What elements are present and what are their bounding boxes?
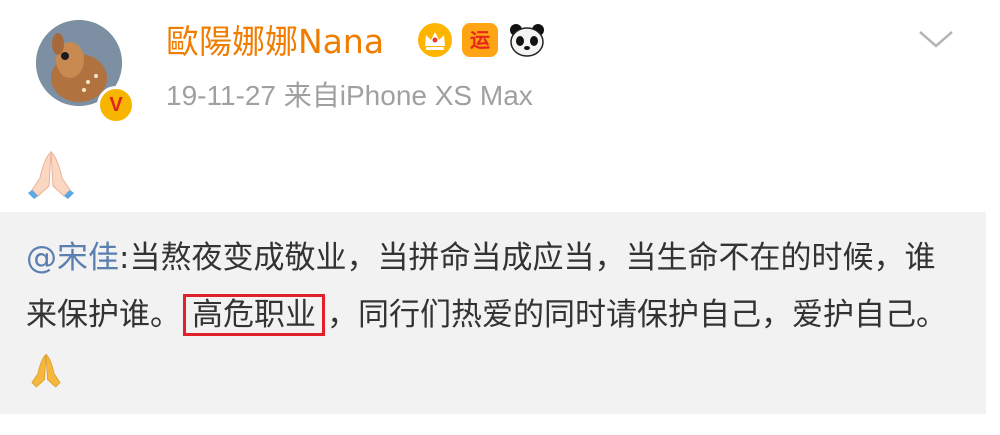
repost-text-after: ，同行们热爱的同时请保护自己，爱护自己。 [327,297,947,333]
verified-badge-icon: V [97,86,135,124]
crown-icon[interactable] [418,23,452,57]
mention-link[interactable]: @宋佳 [26,240,119,276]
repost-text: @宋佳:当熬夜变成敬业，当拼命当成应当，当生命不在的时候，谁来保护谁。 高危职业，… [26,230,966,401]
chevron-down-icon[interactable] [916,26,956,50]
yun-badge-icon[interactable]: 运 [462,23,498,57]
panda-icon[interactable] [508,22,546,58]
praying-hands-icon [26,350,66,390]
user-badges: 运 [418,18,546,62]
highlighted-phrase: 高危职业 [183,294,325,336]
username[interactable]: 歐陽娜娜Nana [166,20,384,64]
praying-hands-icon [24,146,78,200]
post-meta: 19-11-27 来自iPhone XS Max [166,80,533,111]
colon: : [119,240,130,276]
repost-card[interactable]: @宋佳:当熬夜变成敬业，当拼命当成应当，当生命不在的时候，谁来保护谁。 高危职业，… [0,212,986,414]
